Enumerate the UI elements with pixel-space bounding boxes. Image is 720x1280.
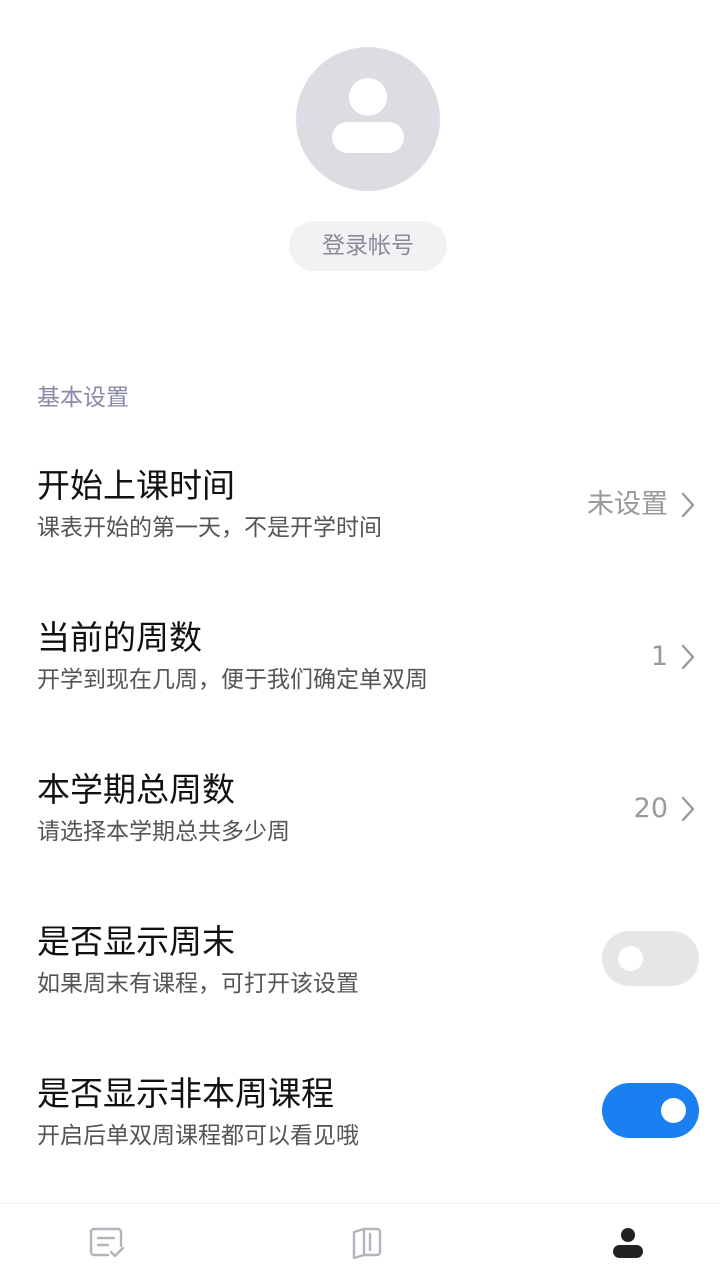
setting-title: 当前的周数 bbox=[37, 618, 202, 657]
setting-show-weekend: 是否显示周末 如果周末有课程，可打开该设置 bbox=[0, 922, 720, 1052]
setting-value: 1 bbox=[650, 641, 668, 672]
schedule-icon bbox=[89, 1227, 125, 1258]
toggle-knob bbox=[618, 946, 643, 971]
setting-title: 开始上课时间 bbox=[37, 466, 235, 505]
setting-show-other-week-courses: 是否显示非本周课程 开启后单双周课程都可以看见哦 bbox=[0, 1074, 720, 1204]
setting-title: 本学期总周数 bbox=[37, 770, 235, 809]
chevron-right-icon bbox=[681, 644, 695, 670]
bottom-navigation bbox=[0, 1203, 720, 1280]
setting-value: 20 bbox=[633, 793, 668, 824]
setting-total-weeks[interactable]: 本学期总周数 请选择本学期总共多少周 20 bbox=[0, 770, 720, 900]
setting-title: 是否显示周末 bbox=[37, 922, 235, 961]
setting-title: 是否显示非本周课程 bbox=[37, 1074, 334, 1113]
profile-icon bbox=[613, 1228, 643, 1258]
setting-subtitle: 请选择本学期总共多少周 bbox=[37, 819, 290, 845]
show-other-week-courses-toggle[interactable] bbox=[602, 1083, 699, 1138]
setting-current-week[interactable]: 当前的周数 开学到现在几周，便于我们确定单双周 1 bbox=[0, 618, 720, 748]
chevron-right-icon bbox=[681, 796, 695, 822]
setting-subtitle: 开学到现在几周，便于我们确定单双周 bbox=[37, 667, 428, 693]
user-avatar-icon[interactable] bbox=[296, 47, 440, 191]
section-title-basic-settings: 基本设置 bbox=[37, 385, 129, 411]
settings-page: 登录帐号 基本设置 开始上课时间 课表开始的第一天，不是开学时间 未设置 当前的… bbox=[0, 0, 720, 1280]
nav-tab-schedule[interactable] bbox=[0, 1204, 240, 1280]
nav-tab-profile[interactable] bbox=[480, 1204, 720, 1280]
setting-subtitle: 开启后单双周课程都可以看见哦 bbox=[37, 1123, 359, 1149]
setting-start-date[interactable]: 开始上课时间 课表开始的第一天，不是开学时间 未设置 bbox=[0, 466, 720, 596]
setting-subtitle: 课表开始的第一天，不是开学时间 bbox=[37, 515, 382, 541]
setting-value: 未设置 bbox=[587, 489, 668, 520]
toggle-knob bbox=[661, 1098, 686, 1123]
books-icon bbox=[352, 1227, 382, 1260]
login-account-button[interactable]: 登录帐号 bbox=[289, 221, 447, 271]
show-weekend-toggle[interactable] bbox=[602, 931, 699, 986]
setting-subtitle: 如果周末有课程，可打开该设置 bbox=[37, 971, 359, 997]
chevron-right-icon bbox=[681, 492, 695, 518]
nav-tab-books[interactable] bbox=[240, 1204, 480, 1280]
